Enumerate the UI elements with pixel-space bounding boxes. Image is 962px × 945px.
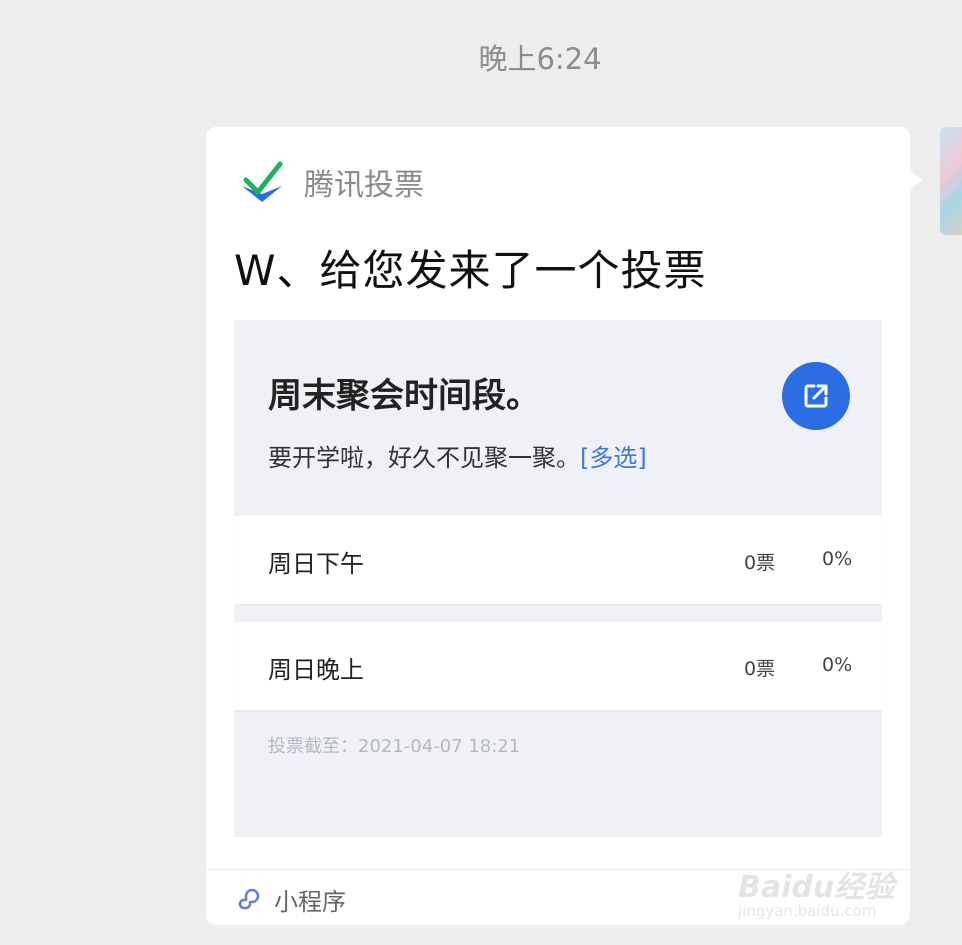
vote-option-1[interactable]: 周日下午 0票 0% xyxy=(234,516,882,604)
vote-header: 周末聚会时间段。 要开学啦，好久不见聚一聚。[多选] xyxy=(234,320,882,516)
invite-title: W、给您发来了一个投票 xyxy=(234,246,707,295)
option-percent: 0% xyxy=(822,548,853,570)
vote-card[interactable]: 腾讯投票 W、给您发来了一个投票 周末聚会时间段。 要开学啦，好久不见聚一聚。[… xyxy=(206,127,910,925)
vote-deadline: 投票截至：2021-04-07 18:21 xyxy=(268,736,521,757)
share-icon xyxy=(804,384,828,408)
mini-program-label: 小程序 xyxy=(274,887,346,916)
avatar[interactable] xyxy=(940,127,962,235)
watermark-main: Baidu经验 xyxy=(738,870,895,905)
vote-type-tag: [多选] xyxy=(580,444,647,472)
mini-program-footer: 小程序 xyxy=(238,879,346,919)
share-button[interactable] xyxy=(782,362,850,430)
vote-option-2[interactable]: 周日晚上 0票 0% xyxy=(234,622,882,710)
vote-description-text: 要开学啦，好久不见聚一聚。 xyxy=(268,444,580,472)
tencent-vote-logo-icon xyxy=(242,161,283,202)
option-label: 周日晚上 xyxy=(268,656,364,684)
baidu-watermark: Baidu经验 jingyan.baidu.com xyxy=(738,838,918,928)
card-brand: 腾讯投票 xyxy=(238,157,424,207)
option-label: 周日下午 xyxy=(268,550,364,578)
brand-name: 腾讯投票 xyxy=(304,168,424,203)
vote-title: 周末聚会时间段。 xyxy=(268,376,540,416)
watermark-sub: jingyan.baidu.com xyxy=(738,902,877,920)
vote-panel[interactable]: 周末聚会时间段。 要开学啦，好久不见聚一聚。[多选] 周日下午 0票 0% 周日… xyxy=(234,320,882,837)
bubble-arrow xyxy=(910,170,922,190)
option-percent: 0% xyxy=(822,654,853,676)
vote-description: 要开学啦，好久不见聚一聚。[多选] xyxy=(268,438,647,473)
option-votes: 0票 xyxy=(744,552,776,574)
mini-program-icon xyxy=(238,888,260,910)
option-votes: 0票 xyxy=(744,658,776,680)
chat-timestamp: 晚上6:24 xyxy=(478,42,602,76)
